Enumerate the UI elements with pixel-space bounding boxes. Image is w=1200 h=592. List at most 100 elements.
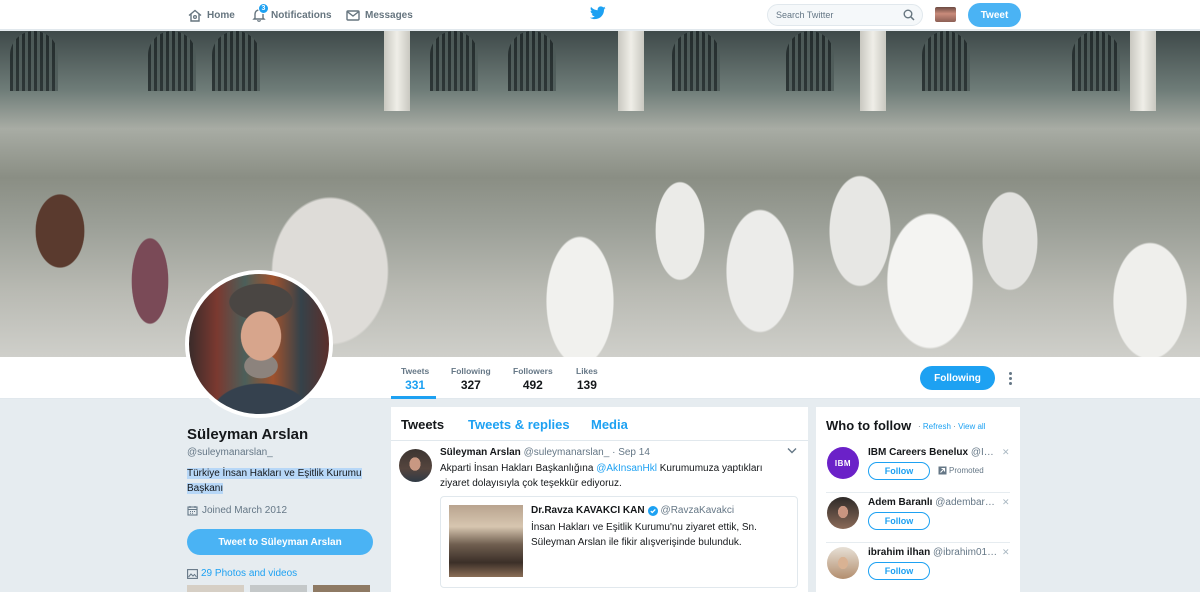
suggested-account: Adem Baranlı @adembar… ✕ Follow	[816, 497, 1020, 545]
promoted-icon	[938, 466, 947, 475]
tweet-text-start: Akparti İnsan Hakları Başkanlığına	[440, 463, 597, 474]
who-to-follow-title: Who to follow	[826, 418, 912, 433]
media-thumbnail[interactable]	[187, 585, 244, 592]
follow-button[interactable]: Follow	[868, 562, 930, 580]
quoted-author-name: Dr.Ravza KAVAKCI KAN	[531, 505, 645, 516]
suggested-account-avatar[interactable]	[827, 497, 859, 529]
account-display-name: ibrahim ilhan	[868, 547, 931, 558]
nav-notifications-label: Notifications	[271, 9, 332, 21]
tweet-author-name[interactable]: Süleyman Arslan	[440, 447, 521, 458]
separator-dot: ·	[918, 422, 921, 431]
suggested-account-avatar[interactable]: IBM	[827, 447, 859, 479]
joined-date-text: Joined March 2012	[202, 505, 288, 516]
profile-handle: @suleymanarslan_	[187, 447, 273, 458]
tweet-mention-link[interactable]: @AkInsanHkl	[596, 463, 657, 474]
close-icon[interactable]: ✕	[1002, 497, 1010, 508]
chevron-down-icon[interactable]	[787, 447, 797, 454]
suggested-account-name[interactable]: ibrahim ilhan @ibrahim01…	[868, 547, 998, 558]
refresh-link[interactable]: Refresh	[923, 422, 951, 431]
separator-dot: ·	[953, 422, 956, 431]
nav-home[interactable]: Home	[188, 0, 235, 30]
profile-stats-bar	[0, 357, 1200, 399]
promoted-label: Promoted	[938, 466, 984, 475]
account-handle: @adembar…	[935, 497, 995, 508]
top-navigation-bar: Home 3 Notifications Messages Tweet	[0, 0, 1200, 30]
stat-likes[interactable]: Likes 139	[576, 366, 598, 392]
account-avatar[interactable]	[935, 7, 956, 22]
account-handle: @ibrahim01…	[933, 547, 998, 558]
quoted-tweet-text: İnsan Hakları ve Eşitlik Kurumu'nu ziyar…	[531, 522, 757, 548]
nav-messages[interactable]: Messages	[346, 0, 413, 30]
close-icon[interactable]: ✕	[1002, 447, 1010, 458]
profile-banner-image	[0, 31, 1200, 357]
suggested-account-name[interactable]: IBM Careers Benelux @I…	[868, 447, 998, 458]
stat-following-value: 327	[460, 378, 481, 392]
stat-followers-value: 492	[522, 378, 543, 392]
photos-videos-label: 29 Photos and videos	[201, 568, 298, 579]
tweet-text: Akparti İnsan Hakları Başkanlığına @AkIn…	[440, 461, 770, 491]
calendar-icon	[187, 506, 198, 516]
profile-bio-text: Türkiye İnsan Hakları ve Eşitlik Kurumu …	[187, 468, 362, 494]
stat-following-label: Following	[451, 366, 491, 376]
notifications-count-badge: 3	[258, 3, 269, 14]
who-to-follow-links: · Refresh · View all	[918, 422, 985, 431]
account-display-name: Adem Baranlı	[868, 497, 933, 508]
image-icon	[187, 568, 198, 579]
who-to-follow-panel: Who to follow · Refresh · View all IBM I…	[816, 407, 1020, 592]
account-handle: @I…	[970, 447, 994, 458]
media-thumbnail[interactable]	[250, 585, 307, 592]
search-input[interactable]	[776, 8, 896, 22]
envelope-icon	[346, 9, 360, 21]
stat-followers-label: Followers	[513, 366, 553, 376]
photos-videos-link[interactable]: 29 Photos and videos	[187, 568, 297, 579]
tweet-to-user-button[interactable]: Tweet to Süleyman Arslan	[187, 529, 373, 555]
timeline-panel: Tweets Tweets & replies Media Süleyman A…	[391, 407, 808, 592]
tab-media[interactable]: Media	[591, 417, 628, 432]
nav-messages-label: Messages	[365, 9, 413, 21]
suggested-account-avatar[interactable]	[827, 547, 859, 579]
follow-button[interactable]: Follow	[868, 512, 930, 530]
compose-tweet-button[interactable]: Tweet	[968, 3, 1021, 27]
profile-name: Süleyman Arslan	[187, 426, 309, 443]
divider	[826, 542, 1010, 543]
stat-following[interactable]: Following 327	[451, 366, 491, 392]
tweet-handle-date[interactable]: @suleymanarslan_ · Sep 14	[524, 447, 650, 458]
magnifier-icon[interactable]	[903, 9, 915, 21]
more-options-icon[interactable]	[1007, 371, 1013, 387]
active-stat-underline	[391, 396, 436, 399]
joined-date: Joined March 2012	[187, 505, 287, 516]
quoted-tweet-header: Dr.Ravza KAVAKCI KAN @RavzaKavakci	[531, 505, 734, 516]
close-icon[interactable]: ✕	[1002, 547, 1010, 558]
quoted-tweet-image[interactable]	[449, 505, 523, 577]
twitter-bird-icon[interactable]	[590, 6, 606, 20]
tweet-header: Süleyman Arslan @suleymanarslan_ · Sep 1…	[440, 447, 650, 458]
suggested-account: IBM IBM Careers Benelux @I… ✕ Follow Pro…	[816, 447, 1020, 495]
home-icon	[188, 9, 202, 22]
timeline-tabs: Tweets Tweets & replies Media	[391, 407, 808, 441]
suggested-account: ibrahim ilhan @ibrahim01… ✕ Follow	[816, 547, 1020, 592]
nav-home-label: Home	[207, 9, 235, 21]
divider	[826, 492, 1010, 493]
profile-bio: Türkiye İnsan Hakları ve Eşitlik Kurumu …	[187, 466, 377, 496]
nav-notifications[interactable]: 3 Notifications	[252, 0, 332, 30]
following-button[interactable]: Following	[920, 366, 995, 390]
follow-button[interactable]: Follow	[868, 462, 930, 480]
promoted-text: Promoted	[949, 466, 984, 475]
media-thumbnail[interactable]	[313, 585, 370, 592]
suggested-account-name[interactable]: Adem Baranlı @adembar…	[868, 497, 998, 508]
search-box[interactable]	[767, 4, 923, 26]
tab-tweets-replies[interactable]: Tweets & replies	[468, 417, 570, 432]
stat-tweets-label: Tweets	[401, 366, 430, 376]
stat-tweets[interactable]: Tweets 331	[401, 366, 429, 392]
tab-tweets[interactable]: Tweets	[401, 417, 444, 432]
tweet-author-avatar[interactable]	[399, 449, 432, 482]
verified-badge-icon	[647, 505, 658, 516]
view-all-link[interactable]: View all	[958, 422, 985, 431]
stat-followers[interactable]: Followers 492	[513, 366, 553, 392]
account-display-name: IBM Careers Benelux	[868, 447, 969, 458]
profile-avatar[interactable]	[185, 270, 333, 418]
quoted-tweet[interactable]: Dr.Ravza KAVAKCI KAN @RavzaKavakci İnsan…	[440, 496, 798, 588]
stat-likes-label: Likes	[576, 366, 598, 376]
stat-tweets-value: 331	[405, 378, 426, 392]
quoted-author-handle: @RavzaKavakci	[660, 505, 735, 516]
